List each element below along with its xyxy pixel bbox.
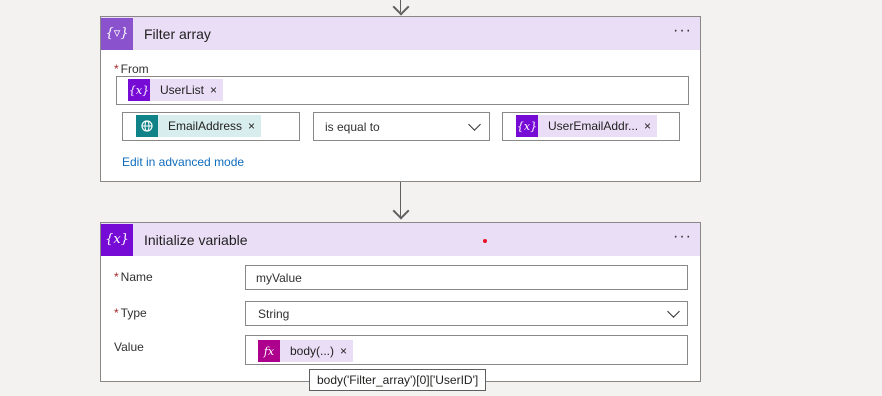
remove-token-button[interactable]: × [644,119,657,133]
token-label: body(...) [290,344,335,358]
emailaddress-token[interactable]: EmailAddress × [136,115,262,137]
fx-icon: fx [258,340,280,362]
operator-dropdown[interactable]: is equal to [313,112,490,141]
card-title: Initialize variable [144,231,248,248]
filter-array-card[interactable]: {▿} Filter array ··· * From {x} UserList … [100,16,701,182]
required-marker: * [114,270,119,284]
remove-token-button[interactable]: × [248,119,261,133]
more-options-button[interactable]: ··· [673,23,692,39]
type-dropdown[interactable]: String [245,301,688,326]
from-label-text: From [120,62,149,76]
name-label: * Name [114,270,153,284]
required-marker: * [114,62,119,76]
edit-advanced-mode-link[interactable]: Edit in advanced mode [122,155,244,169]
required-marker: * [114,306,119,320]
remove-token-button[interactable]: × [210,83,223,97]
body-expression-token[interactable]: fx body(...) × [258,340,354,362]
remove-token-button[interactable]: × [340,344,353,358]
variable-icon: {x} [128,79,150,101]
token-label: EmailAddress [168,119,243,133]
operator-value: is equal to [325,120,380,134]
variable-icon: {x} [101,223,133,256]
initialize-variable-header[interactable]: {x} Initialize variable ··· [101,223,700,256]
name-value: myValue [256,271,302,285]
connector-arrow-middle [392,202,410,220]
value-label-text: Value [114,340,144,354]
name-label-text: Name [120,270,153,284]
connector-arrow-top [392,0,410,16]
web-globe-icon [136,115,158,137]
useremailaddress-token[interactable]: {x} UserEmailAddr... × [516,115,658,137]
chevron-down-icon [667,305,680,318]
card-title: Filter array [144,25,211,42]
chevron-down-icon [468,118,481,131]
filter-variable-icon: {▿} [101,17,133,50]
type-label: * Type [114,306,147,320]
token-label: UserEmailAddr... [548,119,639,133]
expression-tooltip: body('Filter_array')[0]['UserID'] [309,369,487,391]
token-label: UserList [160,83,205,97]
initialize-variable-card[interactable]: {x} Initialize variable ··· * Name myValu… [100,222,701,382]
name-input[interactable]: myValue [245,265,688,290]
type-value: String [258,307,290,321]
type-label-text: Type [120,306,147,320]
value-label: Value [114,340,144,354]
filter-array-header[interactable]: {▿} Filter array ··· [101,17,700,50]
from-label: * From [114,62,149,76]
variable-icon: {x} [516,115,538,137]
status-dot [483,239,487,243]
more-options-button[interactable]: ··· [673,229,692,245]
userlist-token[interactable]: {x} UserList × [128,79,224,101]
